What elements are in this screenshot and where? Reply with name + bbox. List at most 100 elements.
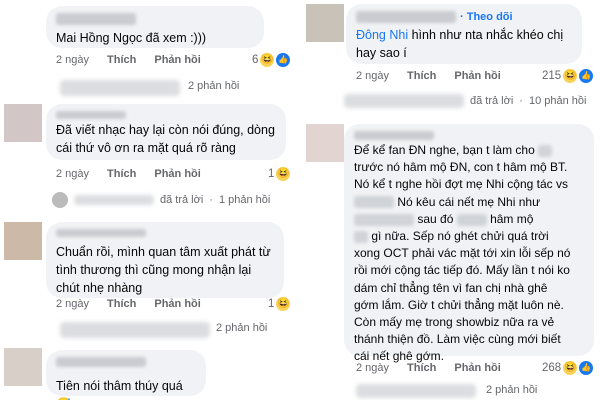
like-icon: 👍 <box>579 69 594 83</box>
redacted-text <box>538 144 553 157</box>
view-replies[interactable]: 2 phản hồi <box>486 384 537 396</box>
comment-time[interactable]: 2 ngày <box>56 298 89 310</box>
reply-button[interactable]: Phản hồi <box>454 70 500 82</box>
dot-separator: · <box>519 95 523 107</box>
haha-icon: 😆 <box>276 167 291 181</box>
right-comments-column: · Theo dõi Đông Nhi hình như nta nhắc kh… <box>300 0 600 400</box>
redacted-text <box>354 213 414 226</box>
blurred-avatar-strip <box>356 384 476 398</box>
replied-label: đã trả lời <box>160 194 204 206</box>
reaction-number: 268 <box>542 362 562 374</box>
reaction-count[interactable]: 6 😆 👍 <box>252 53 291 67</box>
text-line: sau đó <box>417 211 454 226</box>
reaction-count[interactable]: 215 😆 👍 <box>542 69 594 83</box>
reaction-number: 1 <box>268 298 275 310</box>
avatar[interactable] <box>4 104 42 142</box>
author-name[interactable] <box>56 13 136 25</box>
redacted-text <box>354 230 368 243</box>
comment-actions: 2 ngày Thích Phản hồi <box>56 298 201 310</box>
replier-name <box>74 195 154 205</box>
blurred-avatar-strip <box>60 322 210 338</box>
comment-bubble: Mai Hồng Ngọc đã xem :))) <box>46 6 264 48</box>
reply-button[interactable]: Phản hồi <box>154 168 200 180</box>
text-line: Nó kể t nghe hồi đợt mẹ Nhi cộng tác vs <box>354 177 568 192</box>
reaction-count[interactable]: 268 😆 👍 <box>542 361 594 375</box>
comment-bubble: Để kể fan ĐN nghe, bạn t làm cho trước n… <box>344 124 594 363</box>
text-line: gớm lắm. Giờ t chửi thẳng mặt luôn nè. <box>354 297 564 312</box>
like-icon: 👍 <box>579 361 594 375</box>
view-replies[interactable]: 2 phản hồi <box>188 80 239 92</box>
like-button[interactable]: Thích <box>407 362 436 374</box>
reply-button[interactable]: Phản hồi <box>154 54 200 66</box>
comment-time[interactable]: 2 ngày <box>356 70 389 82</box>
author-name[interactable] <box>354 131 434 140</box>
comment-text: Mai Hồng Ngọc đã xem :))) <box>56 31 207 45</box>
text-line: trước nó hâm mộ ĐN, con t hâm mộ BT. <box>354 160 568 175</box>
comment-header: · Theo dõi <box>356 11 572 23</box>
haha-icon: 😆 <box>563 361 578 375</box>
redacted-text <box>456 213 487 226</box>
view-replies[interactable]: đã trả lời · 10 phản hồi <box>344 94 586 108</box>
reaction-count[interactable]: 1 😆 <box>268 167 291 181</box>
reply-button[interactable]: Phản hồi <box>454 362 500 374</box>
replier-name <box>344 94 464 108</box>
left-comments-column: Mai Hồng Ngọc đã xem :))) 2 ngày Thích P… <box>0 0 300 400</box>
comment-text: Đông Nhi hình như nta nhắc khéo chị hay … <box>356 26 572 62</box>
haha-icon: 😆 <box>563 69 578 83</box>
comment-actions: 2 ngày Thích Phản hồi <box>56 54 201 66</box>
author-name[interactable] <box>56 111 126 119</box>
view-replies[interactable]: đã trả lời · 1 phản hồi <box>52 192 270 208</box>
follow-button[interactable]: · Theo dõi <box>460 11 513 23</box>
author-name[interactable] <box>56 357 146 367</box>
author-name[interactable] <box>356 11 456 23</box>
comment-actions: 2 ngày Thích Phản hồi <box>356 362 501 374</box>
mention-link[interactable]: Đông Nhi <box>356 28 408 42</box>
comment-time[interactable]: 2 ngày <box>56 54 89 66</box>
comment-actions: 2 ngày Thích Phản hồi <box>56 168 201 180</box>
replies-count: 1 phản hồi <box>218 194 271 206</box>
text-line: gì nữa. Sếp nó ghét chửi quá trời <box>371 229 549 244</box>
comment-bubble: Tiên nói thâm thúy quá😅 <box>46 350 206 400</box>
author-name[interactable] <box>56 229 146 237</box>
like-icon: 👍 <box>276 53 291 67</box>
comment-time[interactable]: 2 ngày <box>56 168 89 180</box>
replier-avatar <box>52 192 68 208</box>
comment-time[interactable]: 2 ngày <box>356 362 389 374</box>
blurred-avatar-strip <box>60 80 180 96</box>
haha-icon: 😆 <box>276 297 291 311</box>
reply-button[interactable]: Phản hồi <box>154 298 200 310</box>
avatar[interactable] <box>306 124 344 162</box>
like-button[interactable]: Thích <box>407 70 436 82</box>
text-line: xong OCT phải vác mặt tới xin lỗi sếp nó <box>354 246 571 261</box>
comment-bubble: · Theo dõi Đông Nhi hình như nta nhắc kh… <box>346 4 582 64</box>
text-line: Nó kêu cái nết mẹ Nhi như <box>397 194 541 209</box>
avatar[interactable] <box>4 348 42 386</box>
comment-bubble: Chuẩn rồi, mình quan tâm xuất phát từ tì… <box>46 222 284 298</box>
comment-bubble: Đã viết nhạc hay lại còn nói đúng, dòng … <box>46 104 286 160</box>
replied-label: đã trả lời <box>470 95 514 107</box>
avatar[interactable] <box>306 4 344 42</box>
text-line: rồi mới cộng tác tiếp đó. Mấy lần t nói … <box>354 263 570 278</box>
replies-count: 2 phản hồi <box>188 80 240 92</box>
avatar[interactable] <box>4 222 42 260</box>
replies-count: 10 phản hồi <box>528 95 587 107</box>
replies-count: 2 phản hồi <box>486 384 538 396</box>
text-line: dám chỉ thẳng tên vì fan chị nhà ghê <box>354 280 548 295</box>
view-replies[interactable]: 2 phản hồi <box>216 322 267 334</box>
haha-icon: 😆 <box>260 53 275 67</box>
dot-separator: · <box>209 194 213 206</box>
comment-text: Chuẩn rồi, mình quan tâm xuất phát từ tì… <box>56 245 271 295</box>
like-button[interactable]: Thích <box>107 298 136 310</box>
replies-count: 2 phản hồi <box>216 322 268 334</box>
like-button[interactable]: Thích <box>107 54 136 66</box>
redacted-text <box>354 196 394 209</box>
comment-text: Tiên nói thâm thúy quá😅 <box>56 379 183 400</box>
reaction-number: 1 <box>268 168 275 180</box>
text-line: thánh thiện đồ. Làm việc cùng mới biết <box>354 332 561 347</box>
comment-text: Để kể fan ĐN nghe, bạn t làm cho trước n… <box>354 142 584 366</box>
text-line: Để kể fan ĐN nghe, bạn t làm cho <box>354 143 535 157</box>
like-button[interactable]: Thích <box>107 168 136 180</box>
reaction-count[interactable]: 1 😆 <box>268 297 291 311</box>
comment-text: Đã viết nhạc hay lại còn nói đúng, dòng … <box>56 123 275 155</box>
reaction-number: 6 <box>252 54 259 66</box>
